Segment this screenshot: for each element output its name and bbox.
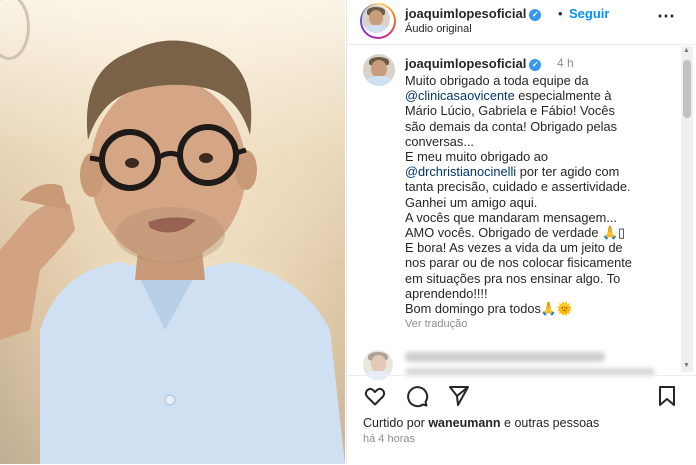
verified-badge-icon: ✓ <box>529 58 542 71</box>
caption-line: Muito obrigado a toda equipe da <box>405 73 687 88</box>
instagram-post-window: joaquimlopesoficial ✓ • Seguir Áudio orig… <box>0 0 696 464</box>
caption-username[interactable]: joaquimlopesoficial ✓ <box>405 56 542 71</box>
caption-line: aprendendo!!!! <box>405 286 687 301</box>
liked-suffix[interactable]: e outras pessoas <box>501 416 599 430</box>
caption-time: 4 h <box>557 56 574 70</box>
caption-line-text: Mário Lúcio, Gabriela e Fábio! Vocês <box>405 103 615 119</box>
comment-icon[interactable] <box>405 384 429 408</box>
caption-line: E bora! As vezes a vida da um jeito de <box>405 240 687 255</box>
liked-by-user-link[interactable]: waneumann <box>428 416 500 430</box>
bookmark-icon[interactable] <box>655 384 679 408</box>
audio-link[interactable]: Áudio original <box>405 23 472 35</box>
header-username-text[interactable]: joaquimlopesoficial <box>405 6 526 21</box>
scrollbar-thumb[interactable] <box>683 60 691 118</box>
share-icon[interactable] <box>447 384 471 408</box>
caption-line: @clinicasaovicente especialmente à <box>405 88 687 103</box>
caption-line-text: A vocês que mandaram mensagem... <box>405 209 617 225</box>
caption-line: @drchristianocinelli por ter agido com <box>405 164 687 179</box>
caption-line: Ganhei um amigo aqui. <box>405 195 687 210</box>
caption-mention-link[interactable]: @drchristianocinelli <box>405 164 516 179</box>
caption-line-text: Ganhei um amigo aqui. <box>405 194 538 210</box>
caption-username-text[interactable]: joaquimlopesoficial <box>405 56 526 71</box>
caption-line-text: especialmente à <box>514 88 612 104</box>
heart-icon[interactable] <box>363 384 387 408</box>
caption-line-text: conversas... <box>405 133 474 149</box>
caption-line: AMO vocês. Obrigado de verdade 🙏▯ <box>405 225 687 240</box>
caption-line-text: em situações pra nos ensinar algo. To <box>405 270 621 286</box>
post-header: joaquimlopesoficial ✓ • Seguir Áudio orig… <box>347 0 696 45</box>
video-subject-illustration <box>0 40 345 464</box>
avatar[interactable] <box>362 5 390 33</box>
follow-button[interactable]: Seguir <box>569 6 609 21</box>
story-ring[interactable] <box>360 3 396 39</box>
liked-by-text: Curtido por waneumann e outras pessoas <box>363 416 599 430</box>
caption-line: são demais da conta! Obrigado pelas <box>405 119 687 134</box>
avatar-shirt <box>364 24 388 33</box>
caption-line: tanta precisão, cuidado e assertividade. <box>405 179 687 194</box>
caption-line: Mário Lúcio, Gabriela e Fábio! Vocês <box>405 103 687 118</box>
post-video[interactable] <box>0 0 345 464</box>
header-separator: • <box>558 6 563 21</box>
caption-line-text: Muito obrigado a toda equipe da <box>405 73 589 88</box>
caption-line: conversas... <box>405 134 687 149</box>
avatar-face <box>369 10 383 27</box>
see-translation-link[interactable]: Ver tradução <box>405 318 467 330</box>
comment-blurred-username <box>405 352 605 362</box>
caption-line-text: AMO vocês. Obrigado de verdade 🙏▯ <box>405 225 626 241</box>
header-username[interactable]: joaquimlopesoficial ✓ <box>405 6 542 21</box>
caption-line-text: tanta precisão, cuidado e assertividade. <box>405 179 631 195</box>
caption-line: nos parar ou de nos colocar fisicamente <box>405 255 687 270</box>
scroll-down-arrow-icon[interactable]: ▼ <box>683 362 690 369</box>
caption-line-text: nos parar ou de nos colocar fisicamente <box>405 255 632 271</box>
more-horizontal-icon[interactable]: ⋯ <box>657 6 676 27</box>
avatar-shirt <box>365 76 393 86</box>
post-side-panel: joaquimlopesoficial ✓ • Seguir Áudio orig… <box>346 0 696 464</box>
caption-line-text: aprendendo!!!! <box>405 285 488 301</box>
caption-line-text: Bom domingo pra todos🙏🌞 <box>405 301 573 317</box>
caption-line: em situações pra nos ensinar algo. To <box>405 271 687 286</box>
caption-line-text: são demais da conta! Obrigado pelas <box>405 118 617 134</box>
caption-avatar[interactable] <box>363 54 395 86</box>
scroll-up-arrow-icon[interactable]: ▲ <box>683 47 690 54</box>
caption-mention-link[interactable]: @clinicasaovicente <box>405 88 515 103</box>
caption-line: Bom domingo pra todos🙏🌞 <box>405 301 687 316</box>
verified-badge-icon: ✓ <box>529 8 542 21</box>
post-actions-bar: Curtido por waneumann e outras pessoas h… <box>347 375 696 465</box>
caption-line-text: por ter agido com <box>516 164 620 180</box>
caption-line-text: E meu muito obrigado ao <box>405 149 548 165</box>
caption-line: E meu muito obrigado ao <box>405 149 687 164</box>
post-timestamp: há 4 horas <box>363 433 415 445</box>
caption-line: A vocês que mandaram mensagem... <box>405 210 687 225</box>
caption-line-text: E bora! As vezes a vida da um jeito de <box>405 240 623 256</box>
caption-text: Muito obrigado a toda equipe da @clinicas… <box>405 73 687 316</box>
liked-prefix: Curtido por <box>363 416 429 430</box>
